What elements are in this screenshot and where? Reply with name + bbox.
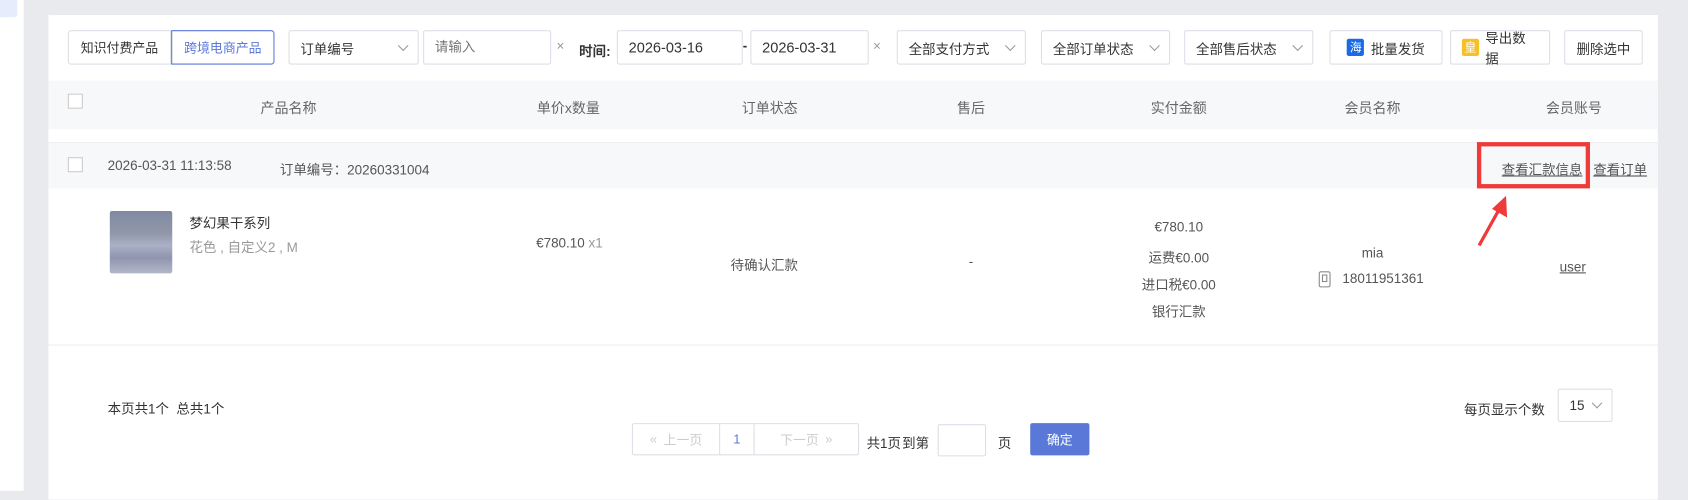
date-from-input[interactable]: 2026-03-16 (616, 30, 743, 65)
page-size-select[interactable]: 15 (1557, 388, 1613, 422)
sidebar-edge (0, 0, 24, 491)
select-value: 全部支付方式 (908, 41, 990, 57)
prev-page-button[interactable]: « 上一页 (633, 424, 721, 455)
select-value: 15 (1569, 397, 1585, 413)
select-value: 全部售后状态 (1195, 41, 1277, 57)
highlight-box (1476, 142, 1590, 189)
select-all-checkbox[interactable] (67, 93, 83, 109)
date-to-value: 2026-03-31 (762, 39, 837, 56)
button-label: 批量发货 (1370, 41, 1425, 57)
phone-icon (1318, 271, 1331, 288)
import-tax: 进口税€0.00 (1141, 277, 1216, 293)
time-label: 时间: (579, 44, 611, 60)
column-header: 单价x数量 (536, 100, 600, 117)
member-phone: 18011951361 (1342, 271, 1424, 287)
column-header: 售后 (957, 100, 986, 117)
payment-method-select[interactable]: 全部支付方式 (896, 30, 1026, 65)
date-from-value: 2026-03-16 (628, 39, 704, 56)
date-to-input[interactable]: 2026-03-31 (750, 30, 869, 65)
shipping-fee: 运费€0.00 (1148, 250, 1210, 266)
button-label: 导出数据 (1485, 31, 1526, 67)
column-header: 订单状态 (741, 100, 798, 117)
search-type-select[interactable]: 订单编号 (288, 30, 419, 65)
column-header: 会员账号 (1545, 100, 1602, 117)
next-page-button[interactable]: 下一页 » (755, 424, 858, 454)
goto-label: 到第 (902, 435, 930, 452)
order-datetime: 2026-03-31 11:13:58 (107, 158, 232, 174)
column-header: 实付金额 (1150, 100, 1207, 117)
select-value: 订单编号 (300, 41, 355, 57)
annotation-arrow-icon (1477, 195, 1508, 247)
export-icon: 皇 (1461, 38, 1479, 56)
after-sale-status: - (968, 254, 974, 270)
double-chevron-left-icon: « (649, 431, 658, 447)
button-label: 下一页 (780, 432, 819, 448)
tab-knowledge-products[interactable]: 知识付费产品 (67, 30, 172, 65)
button-label: 删除选中 (1576, 41, 1631, 57)
goto-suffix: 页 (997, 435, 1012, 452)
tab-label: 跨境电商产品 (184, 40, 262, 56)
search-input[interactable] (423, 30, 552, 65)
order-status-select[interactable]: 全部订单状态 (1040, 30, 1171, 65)
goto-page-input[interactable] (937, 424, 987, 457)
chevron-down-icon (1149, 39, 1160, 51)
bulk-ship-button[interactable]: 海批量发货 (1329, 30, 1443, 65)
product-spec: 花色 , 自定义2 , M (189, 240, 298, 256)
product-name: 梦幻果干系列 (189, 216, 271, 232)
total-pages: 共1页 (866, 435, 901, 452)
clear-date-icon[interactable]: × (873, 39, 881, 54)
pagination: « 上一页 1 下一页 » (631, 423, 860, 456)
sidebar-item-active[interactable] (0, 0, 18, 18)
member-name: mia (1361, 245, 1384, 261)
order-number: 订单编号：20260331004 (279, 162, 430, 178)
unit-price-qty: €780.10 x1 (536, 236, 603, 251)
paid-amount: €780.10 (1154, 219, 1204, 235)
order-checkbox[interactable] (67, 157, 83, 173)
unit-price: €780.10 (536, 235, 585, 251)
page-1-button[interactable]: 1 (720, 424, 755, 455)
delete-selected-button[interactable]: 删除选中 (1564, 30, 1643, 65)
button-label: 上一页 (663, 432, 703, 448)
tab-crossborder-products[interactable]: 跨境电商产品 (171, 30, 275, 65)
double-chevron-right-icon: » (825, 431, 833, 447)
payment-method: 银行汇款 (1151, 304, 1206, 320)
date-separator: - (742, 38, 748, 54)
view-order-link[interactable]: 查看订单 (1593, 158, 1647, 178)
clear-search-icon[interactable]: × (557, 39, 565, 54)
product-thumbnail[interactable] (109, 210, 173, 274)
member-account-link[interactable]: user (1560, 259, 1586, 274)
export-button[interactable]: 皇导出数据 (1450, 30, 1551, 67)
order-status: 待确认汇款 (730, 258, 798, 274)
chevron-down-icon (397, 39, 409, 51)
column-header: 会员名称 (1344, 100, 1401, 117)
after-sale-status-select[interactable]: 全部售后状态 (1184, 30, 1314, 65)
ship-icon: 海 (1347, 38, 1365, 56)
select-value: 全部订单状态 (1052, 41, 1134, 57)
chevron-down-icon (1004, 39, 1016, 51)
page-summary: 本页共1个 总共1个 (107, 401, 225, 417)
confirm-goto-button[interactable]: 确定 (1030, 423, 1090, 456)
page-size-label: 每页显示个数 (1464, 402, 1545, 418)
chevron-down-icon (1591, 397, 1603, 409)
chevron-down-icon (1292, 39, 1304, 51)
column-header: 产品名称 (260, 100, 317, 117)
row-divider (48, 344, 1658, 346)
quantity: x1 (588, 235, 603, 251)
tab-label: 知识付费产品 (80, 40, 159, 56)
